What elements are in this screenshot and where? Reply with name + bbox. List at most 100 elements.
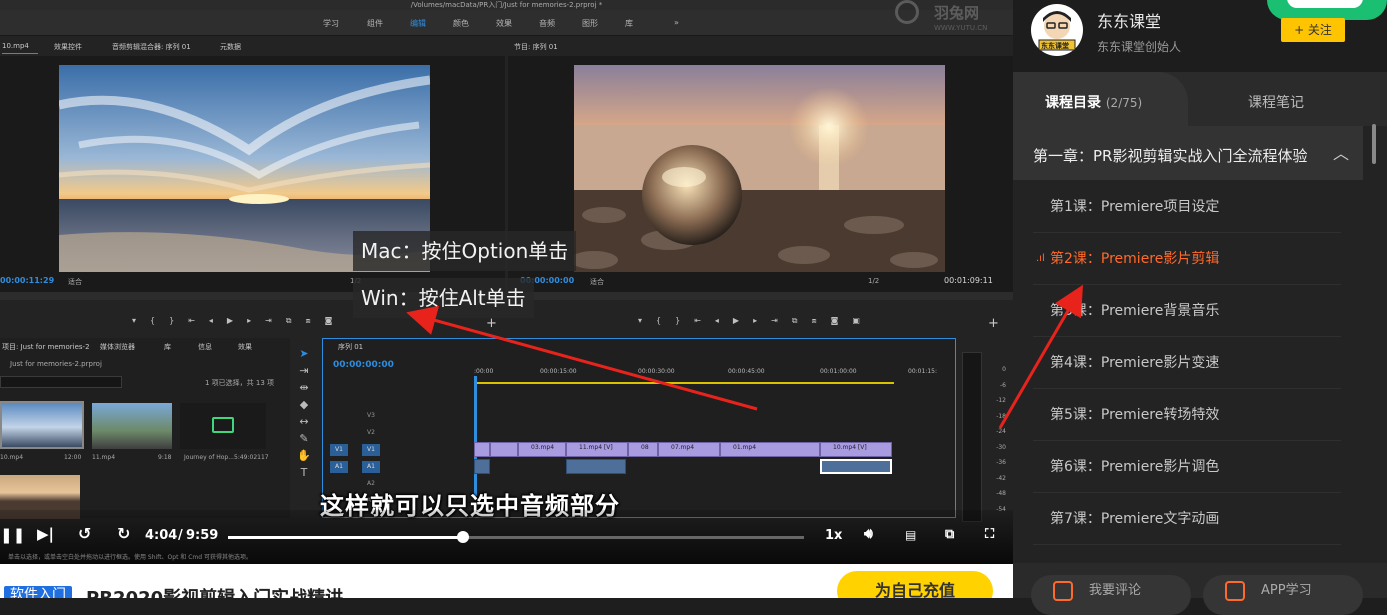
course-tag: 软件入门 xyxy=(4,586,72,598)
pause-icon[interactable]: ❚❚ xyxy=(0,526,25,544)
app-learn-button[interactable]: APP学习 xyxy=(1203,575,1363,615)
tools-panel: ➤ ⇥ ⇹ ◆ ↔ ✎ ✋ T xyxy=(294,345,314,515)
meter-tick: -12 xyxy=(996,397,1006,404)
tip-win: Win：按住Alt单击 xyxy=(353,278,534,318)
ruler-label: :00:00 xyxy=(474,368,494,375)
sidebar-actions: 我要评论 APP学习 xyxy=(1013,563,1387,615)
source-tab-underline xyxy=(2,53,38,54)
ripple-edit-icon: ⇹ xyxy=(299,381,309,394)
follow-button[interactable]: + 关注 xyxy=(1281,18,1345,42)
sidebar-scrollbar[interactable] xyxy=(1372,124,1376,164)
program-fit-select: 适合 xyxy=(590,278,604,286)
ruler-label: 00:00:45:00 xyxy=(728,368,765,375)
bin-duration: 12:00 xyxy=(64,454,82,461)
subtitle-icon[interactable]: ▤ xyxy=(905,528,916,542)
chapter-header[interactable]: 第一章：PR影视剪辑实战入门全流程体验 ︿ xyxy=(1013,126,1363,180)
lesson-item[interactable]: 第3课：Premiere背景音乐 xyxy=(1033,285,1341,337)
meter-tick: -42 xyxy=(996,474,1006,482)
project-tab: 项目: Just for memories-2 xyxy=(2,343,90,351)
lesson-label: 第2课：Premiere影片剪辑 xyxy=(1050,251,1220,267)
project-file: Just for memories-2.prproj xyxy=(10,360,102,368)
source-timecode: 00:00:11:29 xyxy=(0,276,55,285)
hand-icon: ✋ xyxy=(297,449,311,462)
workspace-tab: 库 xyxy=(625,19,633,28)
source-tab: 10.mp4 xyxy=(2,42,29,50)
effect-controls-tab: 效果控件 xyxy=(54,43,82,51)
razor-icon: ◆ xyxy=(299,398,309,411)
chapter-title: 第一章：PR影视剪辑实战入门全流程体验 xyxy=(1033,147,1308,165)
playing-icon: .ıl xyxy=(1036,253,1045,264)
meter-tick: -36 xyxy=(996,459,1006,466)
lesson-item-active[interactable]: .ıl 第2课：Premiere影片剪辑 xyxy=(1033,233,1341,285)
slip-icon: ↔ xyxy=(299,415,309,428)
bin-duration: 5:49:02117 xyxy=(234,454,269,461)
avatar[interactable]: 东东课堂 xyxy=(1031,4,1083,56)
course-bar: 软件入门 PR2020影视剪辑入门实战精讲 为自己充值 xyxy=(0,564,1013,598)
video-clip xyxy=(490,442,518,457)
charge-button[interactable]: 为自己充值 xyxy=(837,571,993,598)
sidebar-tabs: 课程目录 (2/75) 课程笔记 xyxy=(1013,72,1387,126)
audio-mixer-tab: 音频剪辑混合器: 序列 01 xyxy=(112,43,191,51)
track-label-src: V1 xyxy=(330,444,348,456)
add-button-icon: + xyxy=(988,316,999,331)
program-fraction: 1/2 xyxy=(868,277,880,285)
meter-tick: -24 xyxy=(996,428,1006,435)
pip-icon[interactable]: ⧉ xyxy=(945,527,954,542)
bin-thumb xyxy=(92,403,172,449)
lesson-item[interactable]: 第7课：Premiere文字动画 xyxy=(1033,493,1341,545)
workspace-tab: 学习 xyxy=(323,19,339,28)
premiere-workspace-bar: 学习 组件 编辑 颜色 效果 音频 图形 库 » xyxy=(0,10,1013,36)
ruler-label: 00:01:00:00 xyxy=(820,368,857,375)
chevron-up-icon: ︿ xyxy=(1333,144,1350,163)
promo-badge[interactable] xyxy=(1267,0,1387,20)
workspace-tab: 效果 xyxy=(496,19,512,28)
sequence-tab: 序列 01 xyxy=(338,343,364,351)
metadata-tab: 元数据 xyxy=(220,43,241,51)
meter-tick: -6 xyxy=(1000,381,1006,389)
tip-mac: Mac：按住Option单击 xyxy=(353,231,577,271)
tab-notes[interactable]: 课程笔记 xyxy=(1248,92,1304,112)
bin-name: 10.mp4 xyxy=(0,454,24,461)
watermark-brand: 羽兔网 xyxy=(934,4,980,22)
selection-tool-icon: ➤ xyxy=(299,347,309,360)
lesson-item[interactable]: 第6课：Premiere影片调色 xyxy=(1033,441,1341,493)
next-icon[interactable]: ▶| xyxy=(37,525,54,543)
lesson-item[interactable]: 第4课：Premiere影片变速 xyxy=(1033,337,1341,389)
source-transport: ▾{} ⇤ ◂ ▶ ▸ ⇥ ⧉ ⧈ ◙ xyxy=(132,316,333,325)
video-clip: 11.mp4 [V] xyxy=(566,442,628,457)
current-time: 4:04 xyxy=(145,528,178,543)
track-label-src: A1 xyxy=(330,461,348,473)
rewind-5-icon[interactable]: ↺ xyxy=(78,524,91,543)
fullscreen-icon[interactable]: ⛶ xyxy=(985,527,994,542)
video-clip: 07.mp4 xyxy=(658,442,720,457)
bin-duration: 9:18 xyxy=(158,454,172,461)
video-clip xyxy=(474,442,490,457)
lesson-item[interactable]: 第5课：Premiere转场特效 xyxy=(1033,389,1341,441)
video-player[interactable]: /Volumes/macData/PR入门/Just for memories-… xyxy=(0,0,1013,598)
author-profile: 东东课堂 东东课堂 东东课堂创始人 + 关注 xyxy=(1013,0,1387,72)
author-name[interactable]: 东东课堂 xyxy=(1097,8,1161,32)
status-hint: 单击以选择，或单击空白处并拖动以进行框选。使用 Shift、Opt 和 Cmd … xyxy=(8,554,252,561)
workspace-tab: 颜色 xyxy=(453,19,469,28)
meter-tick: -30 xyxy=(996,443,1006,451)
type-icon: T xyxy=(300,466,308,479)
audio-clip xyxy=(474,459,490,474)
comment-button[interactable]: 我要评论 xyxy=(1031,575,1191,615)
volume-icon[interactable]: 🔊︎ xyxy=(864,526,873,542)
media-browser-tab: 媒体浏览器 xyxy=(100,343,135,351)
meter-tick: 0 xyxy=(1002,366,1006,373)
video-clip: 08 xyxy=(628,442,658,457)
progress-knob[interactable] xyxy=(456,531,469,543)
speed-button[interactable]: 1x xyxy=(825,528,842,543)
lesson-item[interactable]: 第1课：Premiere项目设定 xyxy=(1033,181,1341,233)
track-label: V3 xyxy=(367,412,375,419)
app-icon xyxy=(1225,581,1245,601)
track-label: A1 xyxy=(362,461,380,473)
meter-tick: -18 xyxy=(996,412,1006,420)
program-transport: ▾{} ⇤ ◂ ▶ ▸ ⇥ ⧉ ⧈ ◙ ▣ xyxy=(638,316,860,325)
forward-5-icon[interactable]: ↻ xyxy=(117,524,130,543)
tab-catalog[interactable]: 课程目录 (2/75) xyxy=(1013,72,1188,126)
program-scrubber xyxy=(508,292,1013,300)
video-clip: 01.mp4 xyxy=(720,442,820,457)
workspace-tab: 组件 xyxy=(367,19,383,28)
